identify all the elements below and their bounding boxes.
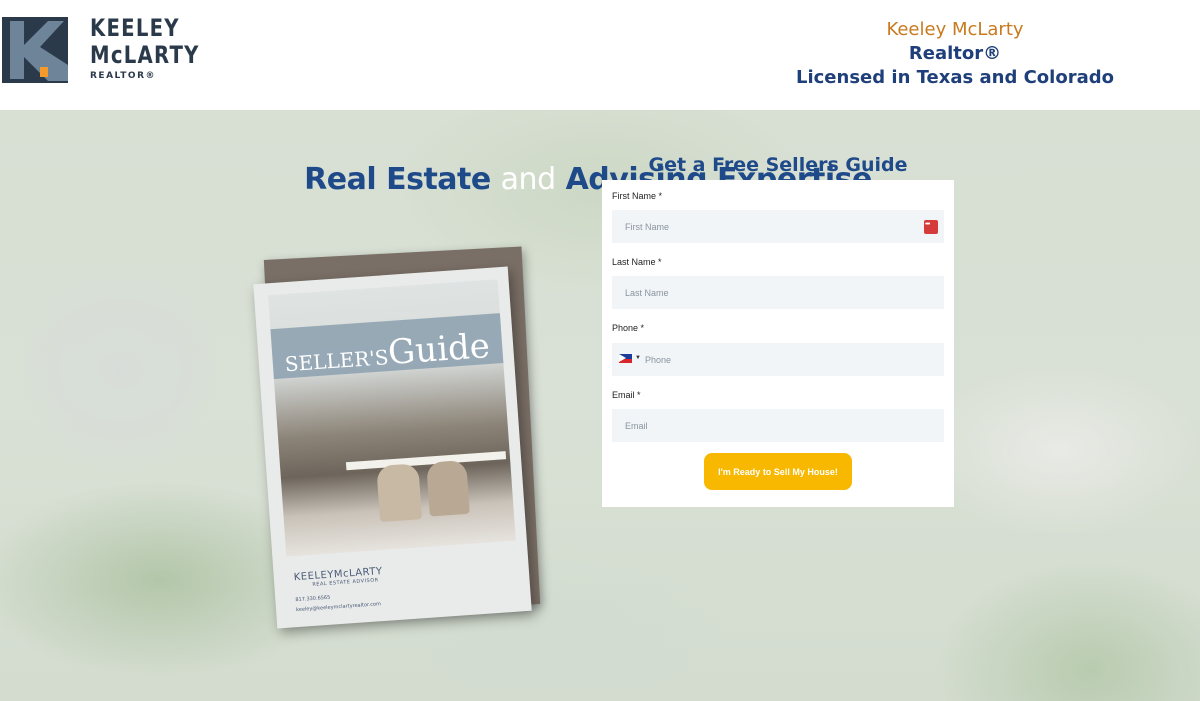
chair-shape bbox=[376, 463, 423, 523]
last-name-input[interactable] bbox=[612, 276, 944, 309]
hero-title: Real Estate and Advising Expertise bbox=[0, 162, 1176, 197]
email-input[interactable] bbox=[612, 409, 944, 442]
sellers-guide-booklet: SELLER'SGuide KEELEYMcLARTY REAL ESTATE … bbox=[253, 246, 541, 629]
last-name-label: Last Name * bbox=[612, 257, 662, 267]
cover-email: keeley@keeleymclartyrealtor.com bbox=[295, 601, 382, 614]
sellers-guide-form: First Name * Last Name * Phone * ▼ Email… bbox=[602, 180, 954, 507]
agent-name: Keeley McLarty bbox=[886, 19, 1024, 40]
agent-license: Licensed in Texas and Colorado bbox=[796, 67, 1114, 88]
site-header: KEELEY McLARTY REALTOR® Keeley McLarty R… bbox=[0, 0, 1200, 110]
first-name-input[interactable] bbox=[612, 210, 944, 243]
logo-k-icon bbox=[2, 17, 68, 83]
logo-line-3: REALTOR® bbox=[90, 71, 157, 81]
chair-shape bbox=[426, 459, 470, 517]
autofill-icon[interactable] bbox=[924, 220, 938, 234]
phone-input[interactable] bbox=[612, 343, 944, 376]
email-label: Email * bbox=[612, 390, 641, 400]
first-name-label: First Name * bbox=[612, 191, 663, 201]
logo-line-2: McLARTY bbox=[90, 41, 200, 69]
site-logo[interactable]: KEELEY McLARTY REALTOR® bbox=[2, 14, 224, 83]
cover-title-big: Guide bbox=[386, 326, 492, 374]
hero-section: Real Estate and Advising Expertise SELLE… bbox=[0, 110, 1200, 701]
cover-title-small: SELLER'S bbox=[284, 345, 390, 377]
logo-line-1: KEELEY bbox=[90, 14, 180, 42]
agent-title: Realtor® bbox=[908, 43, 1002, 64]
hero-title-part1: Real Estate bbox=[304, 162, 491, 197]
contact-block: Keeley McLarty Realtor® Licensed in Texa… bbox=[796, 18, 1114, 90]
submit-button[interactable]: I'm Ready to Sell My House! bbox=[704, 453, 852, 490]
philippines-flag-icon[interactable] bbox=[619, 354, 632, 363]
phone-label: Phone * bbox=[612, 323, 645, 333]
booklet-cover: SELLER'SGuide KEELEYMcLARTY REAL ESTATE … bbox=[253, 266, 532, 629]
hero-title-and: and bbox=[500, 162, 556, 197]
cover-brand: KEELEYMcLARTY REAL ESTATE ADVISOR 817.33… bbox=[293, 566, 385, 613]
form-heading: Get a Free Sellers Guide bbox=[648, 154, 908, 176]
logo-wordmark: KEELEY McLARTY REALTOR® bbox=[90, 14, 224, 82]
caret-down-icon[interactable]: ▼ bbox=[635, 355, 641, 361]
